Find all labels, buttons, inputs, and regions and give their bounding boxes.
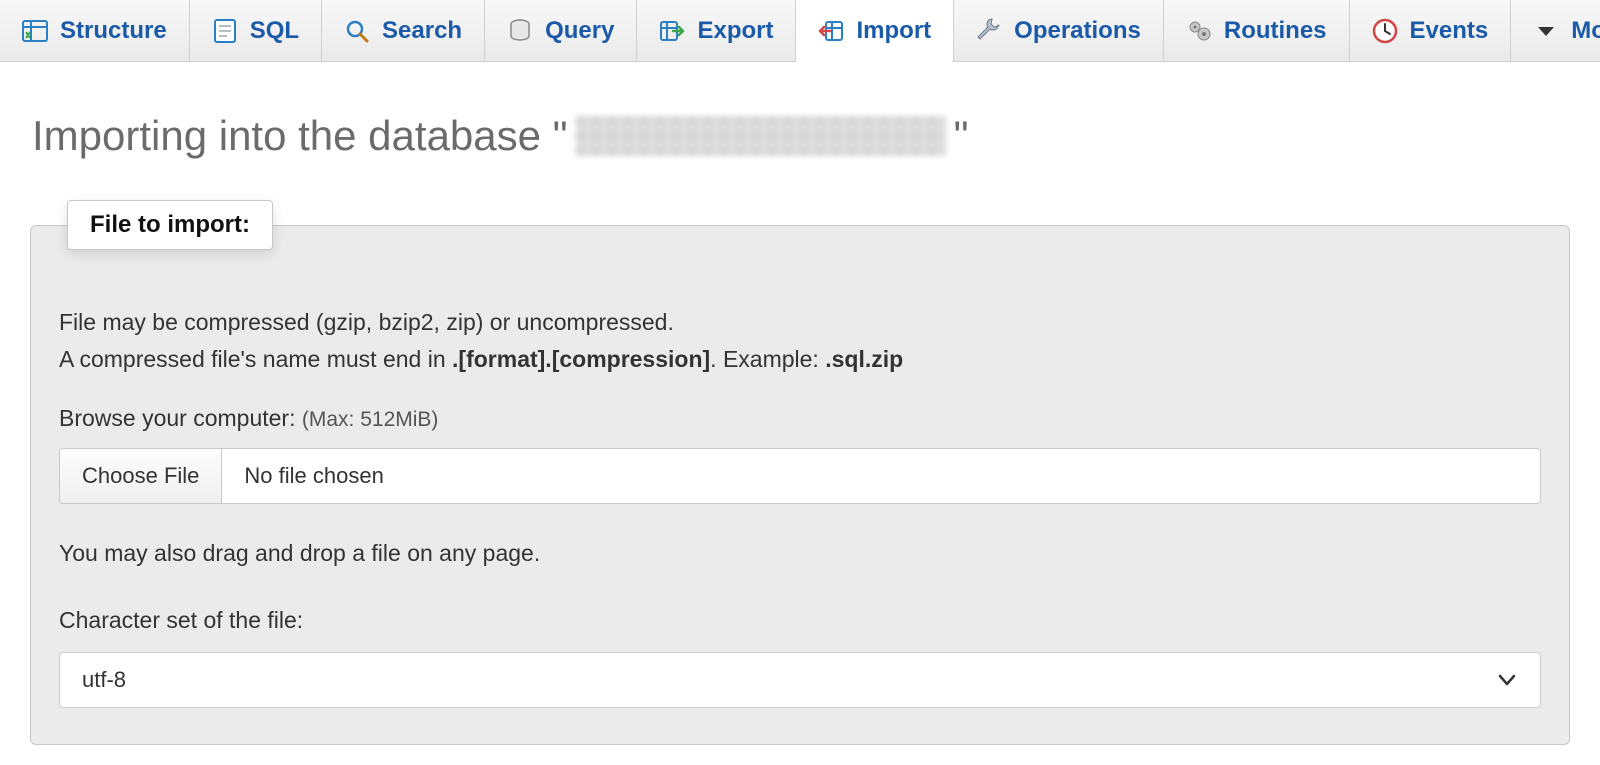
tab-label: Operations (1014, 17, 1141, 45)
tab-label: SQL (250, 17, 299, 45)
browse-label: Browse your computer: (59, 405, 295, 431)
file-input-row: Choose File No file chosen (59, 448, 1541, 504)
tab-label: Search (382, 17, 462, 45)
title-prefix: Importing into the database " (32, 112, 568, 160)
tab-label: Import (856, 17, 931, 45)
charset-select[interactable]: utf-8 (59, 652, 1541, 708)
structure-icon (22, 18, 48, 44)
tab-search[interactable]: Search (322, 0, 485, 61)
tab-import[interactable]: Import (796, 0, 954, 61)
tab-query[interactable]: Query (485, 0, 637, 61)
database-name-redacted (576, 116, 946, 156)
events-icon (1372, 18, 1398, 44)
dropdown-icon (1533, 18, 1559, 44)
sql-icon (212, 18, 238, 44)
tab-more[interactable]: Mor (1511, 0, 1600, 61)
tab-routines[interactable]: Routines (1164, 0, 1350, 61)
tab-events[interactable]: Events (1350, 0, 1512, 61)
chevron-down-icon (1496, 669, 1518, 691)
compress-info: File may be compressed (gzip, bzip2, zip… (59, 306, 1541, 339)
file-chosen-label[interactable]: No file chosen (222, 449, 1540, 503)
page-title: Importing into the database " " (32, 112, 1600, 160)
tab-structure[interactable]: Structure (0, 0, 190, 61)
panel-legend: File to import: (67, 200, 273, 250)
search-icon (344, 18, 370, 44)
tab-bar: Structure SQL Search Query Export Import (0, 0, 1600, 62)
tab-label: Export (697, 17, 773, 45)
browse-label-row: Browse your computer: (Max: 512MiB) (59, 405, 1541, 432)
max-upload-size: (Max: 512MiB) (302, 408, 439, 431)
tab-label: Mor (1571, 17, 1600, 45)
tab-export[interactable]: Export (637, 0, 796, 61)
tab-label: Routines (1224, 17, 1327, 45)
tab-sql[interactable]: SQL (190, 0, 322, 61)
import-icon (818, 18, 844, 44)
charset-label: Character set of the file: (59, 607, 1541, 634)
title-suffix: " (954, 112, 969, 160)
tab-label: Query (545, 17, 614, 45)
routines-icon (1186, 18, 1212, 44)
charset-select-value: utf-8 (82, 667, 126, 693)
drag-drop-hint: You may also drag and drop a file on any… (59, 540, 1541, 567)
name-rule-info: A compressed file's name must end in .[f… (59, 343, 1541, 376)
tab-label: Structure (60, 17, 167, 45)
export-icon (659, 18, 685, 44)
query-icon (507, 18, 533, 44)
tab-label: Events (1410, 17, 1489, 45)
tab-operations[interactable]: Operations (954, 0, 1164, 61)
choose-file-button[interactable]: Choose File (60, 449, 222, 503)
operations-icon (976, 18, 1002, 44)
file-to-import-panel: File to import: File may be compressed (… (30, 200, 1570, 745)
